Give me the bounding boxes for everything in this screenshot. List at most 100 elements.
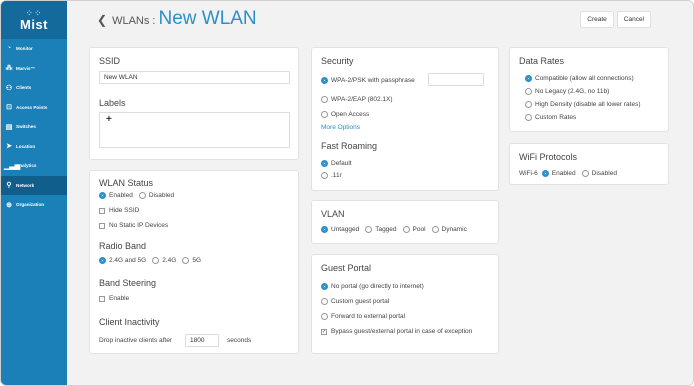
status-enabled-label: Enabled [109,192,133,199]
sidebar: ⁘⁘ Mist ◔ Monitor ⁂ Marvis™ ⚇ Clients ⊡ Access … [1,1,67,385]
ssid-input[interactable]: New WLAN [99,71,290,84]
mist-logo[interactable]: ⁘⁘ Mist [1,1,67,39]
ssid-title: SSID [99,56,121,66]
roam-11r-radio[interactable] [321,172,328,179]
band-24-radio[interactable] [152,257,160,264]
logo-dots-icon: ⁘⁘ [25,7,43,18]
status-disabled-label: Disabled [148,192,175,199]
vlan-card: VLAN Untagged Tagged Pool Dynamic [311,200,499,244]
rate-compatible-radio[interactable] [525,75,532,82]
band-24-label: 2.4G [162,257,177,264]
guest-portal-card: Guest Portal No portal (go directly to i… [311,254,499,354]
sidebar-item-access-points[interactable]: ⊡ Access Points [1,98,67,118]
vlan-dynamic-label: Dynamic [441,226,467,233]
wifi6-label: WiFi-6 [519,170,538,177]
band-5-radio[interactable] [182,257,190,264]
sidebar-item-marvis[interactable]: ⁂ Marvis™ [1,59,67,79]
sidebar-item-organization[interactable]: ⊕ Organization [1,195,67,215]
sidebar-item-label: Organization [16,202,45,208]
labels-add-input[interactable]: + [99,112,290,148]
organization-icon: ⊕ [6,201,12,209]
vlan-untagged-label: Untagged [331,226,360,233]
vlan-pool-radio[interactable] [402,226,410,233]
status-disabled-radio[interactable] [138,192,146,199]
ssid-card: SSID New WLAN Labels + [89,47,299,160]
sidebar-nav: ◔ Monitor ⁂ Marvis™ ⚇ Clients ⊡ Access Points ▤ S… [1,39,67,215]
vlan-tagged-radio[interactable] [365,226,373,233]
vlan-untagged-radio[interactable] [321,226,328,233]
sidebar-item-label: Clients [16,85,32,91]
fast-roaming-title: Fast Roaming [321,141,378,151]
roam-default-label: Default [331,160,352,167]
sidebar-item-location[interactable]: ➤ Location [1,137,67,157]
breadcrumb[interactable]: WLANs : [112,15,155,27]
rate-no-legacy-label: No Legacy (2.4G, no 11b) [535,88,610,95]
rate-compatible-label: Compatible (allow all connections) [535,75,634,82]
bypass-checkbox[interactable]: ✓ [321,328,327,335]
band-steering-checkbox[interactable] [99,295,105,302]
rate-custom-radio[interactable] [525,114,532,121]
sidebar-item-label: Monitor [16,46,33,52]
open-access-radio[interactable] [321,111,328,118]
radio-band-title: Radio Band [99,241,147,251]
sidebar-item-monitor[interactable]: ◔ Monitor [1,39,67,59]
open-access-label: Open Access [331,111,370,118]
cancel-button[interactable]: Cancel [616,10,651,28]
app-window: ⁘⁘ Mist ◔ Monitor ⁂ Marvis™ ⚇ Clients ⊡ Access … [0,0,694,386]
access-points-icon: ⊡ [6,104,12,112]
switches-icon: ▤ [5,123,13,131]
wifi6-disabled-label: Disabled [591,170,617,177]
more-options-link[interactable]: More Options [321,124,360,131]
forward-portal-radio[interactable] [321,313,328,320]
client-inactivity-title: Client Inactivity [99,317,160,327]
wifi6-disabled-radio[interactable] [581,170,589,177]
bypass-label: Bypass guest/external portal in case of … [331,328,473,335]
wifi-protocols-card: WiFi Protocols WiFi-6 Enabled Disabled [509,143,669,185]
wifi-protocols-title: WiFi Protocols [519,152,578,162]
status-enabled-radio[interactable] [99,192,106,199]
vlan-title: VLAN [321,209,345,219]
wlan-status-card: WLAN Status Enabled Disabled Hide SSID N… [89,170,299,354]
wlan-status-title: WLAN Status [99,178,154,188]
create-button[interactable]: Create [580,10,614,28]
hide-ssid-checkbox[interactable] [99,207,105,214]
sidebar-item-label: Analytics [16,163,37,169]
rate-no-legacy-radio[interactable] [525,88,532,95]
back-chevron-icon[interactable]: ❮ [97,13,107,27]
wpa2-psk-radio[interactable] [321,77,328,84]
inactivity-input[interactable]: 1800 [185,334,219,347]
sidebar-item-switches[interactable]: ▤ Switches [1,117,67,137]
labels-title: Labels [99,98,126,108]
sidebar-item-network[interactable]: ⚲ Network [1,175,67,195]
wifi6-enabled-label: Enabled [551,170,576,177]
passphrase-input[interactable] [428,73,484,86]
wpa2-eap-radio[interactable] [321,96,328,103]
clients-icon: ⚇ [5,84,13,92]
main-content: ❮ WLANs : New WLAN Create Cancel SSID Ne… [67,1,693,385]
security-title: Security [321,56,354,66]
no-portal-radio[interactable] [321,283,328,290]
sidebar-item-label: Marvis™ [16,65,36,71]
forward-portal-label: Forward to external portal [331,313,406,320]
roam-default-radio[interactable] [321,160,328,167]
custom-portal-radio[interactable] [321,298,328,305]
hide-ssid-label: Hide SSID [109,207,140,214]
page-header: ❮ WLANs : New WLAN Create Cancel [67,7,693,31]
no-static-ip-checkbox[interactable] [99,222,105,229]
vlan-dynamic-radio[interactable] [431,226,439,233]
band-both-radio[interactable] [99,257,106,264]
band-both-label: 2.4G and 5G [109,257,147,264]
inactivity-unit: seconds [227,337,252,344]
roam-11r-label: .11r [331,172,342,179]
guest-portal-title: Guest Portal [321,263,372,273]
sidebar-item-analytics[interactable]: ▁▃▅ Analytics [1,156,67,176]
location-icon: ➤ [6,143,12,151]
rate-high-density-radio[interactable] [525,101,532,108]
wifi6-enabled-radio[interactable] [541,170,549,177]
sidebar-item-clients[interactable]: ⚇ Clients [1,78,67,98]
vlan-pool-label: Pool [412,226,426,233]
band-steering-title: Band Steering [99,278,157,288]
monitor-icon: ◔ [6,45,12,53]
no-static-ip-label: No Static IP Devices [109,222,169,229]
wlan-title: New WLAN [158,8,257,29]
